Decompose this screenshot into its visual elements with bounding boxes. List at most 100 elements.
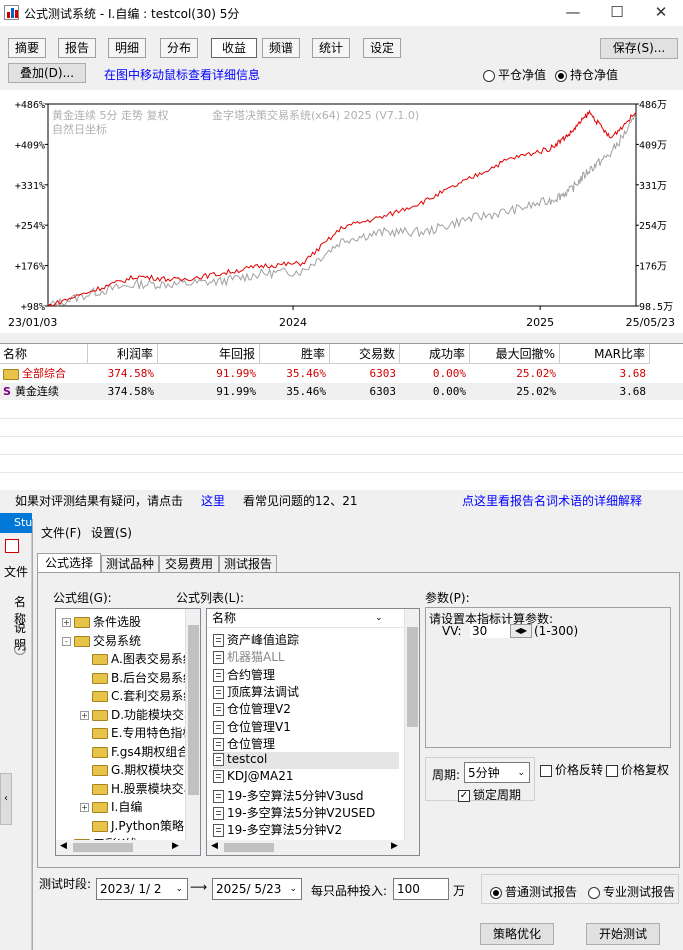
tree-node[interactable]: E.专用特色指标 bbox=[80, 724, 194, 742]
menu-settings[interactable]: 设置(S) bbox=[91, 524, 132, 541]
menu-file[interactable]: 文件(F) bbox=[41, 524, 81, 541]
here-link[interactable]: 这里 bbox=[201, 490, 225, 512]
tree-node[interactable]: + I.自编 bbox=[80, 798, 143, 816]
tree-node[interactable]: + D.功能模块交易 bbox=[80, 706, 196, 724]
tab-report[interactable]: 报告 bbox=[58, 38, 96, 58]
tree-node-label: A.图表交易系统 bbox=[111, 652, 195, 666]
col-header[interactable]: 最大回撤% bbox=[470, 344, 560, 364]
tree-node[interactable]: J.Python策略 bbox=[80, 817, 184, 835]
maximize-button[interactable]: ☐ bbox=[595, 0, 639, 26]
formula-list-item[interactable]: 19-多空算法5分钟V2USED bbox=[213, 804, 375, 821]
normal-report-radio[interactable]: 普通测试报告 bbox=[490, 883, 577, 900]
tree-node[interactable]: - 交易系统 bbox=[62, 632, 141, 650]
tree-node[interactable]: F.gs4期权组合 bbox=[80, 743, 189, 761]
tab-statistics[interactable]: 统计 bbox=[312, 38, 350, 58]
y-tick-label: +486% bbox=[15, 100, 45, 111]
formula-list[interactable]: 名称 ⌄ 资产峰值追踪 机器猫ALL 合约管理 顶底算法调试 仓位管理V2 仓位管理V1 仓位… bbox=[206, 608, 420, 856]
tab-test-symbols[interactable]: 测试品种 bbox=[101, 555, 159, 573]
hold-equity-radio[interactable]: 持仓净值 bbox=[555, 66, 618, 83]
formula-list-item[interactable]: 19-多空算法5分钟V2 bbox=[213, 821, 342, 838]
formula-icon bbox=[213, 634, 224, 647]
col-header[interactable]: 交易数 bbox=[330, 344, 400, 364]
tree-node[interactable]: G.期权模块交易 bbox=[80, 761, 196, 779]
col-header[interactable]: 年回报 bbox=[158, 344, 260, 364]
tree-node[interactable]: C.套利交易系统 bbox=[80, 687, 195, 705]
param-value-input[interactable]: 30 bbox=[470, 624, 510, 638]
bg-app-icon bbox=[5, 539, 19, 553]
period-label: 周期: bbox=[432, 768, 461, 782]
equity-chart[interactable]: +486% 486万 +409% 409万 +331% 331万 +254% 254万 +176… bbox=[0, 90, 683, 333]
results-table: 名称 利润率 年回报 胜率 交易数 成功率 最大回撤% MAR比率 全部综合 3… bbox=[0, 343, 683, 510]
folder-icon bbox=[92, 765, 108, 776]
close-button[interactable]: ✕ bbox=[639, 0, 683, 26]
tab-spectrum[interactable]: 频谱 bbox=[262, 38, 300, 58]
price-reverse-checkbox[interactable]: 价格反转 bbox=[540, 761, 603, 778]
tree-node[interactable]: + 条件选股 bbox=[62, 613, 141, 631]
col-header[interactable]: 胜率 bbox=[260, 344, 330, 364]
table-row[interactable]: S 黄金连续 374.58% 91.99% 35.46% 6303 0.00% 2… bbox=[0, 383, 683, 400]
tree-node[interactable]: H.股票模块交易 bbox=[80, 780, 196, 798]
table-row[interactable]: 全部综合 374.58% 91.99% 35.46% 6303 0.00% 25… bbox=[0, 365, 683, 382]
formula-icon bbox=[213, 720, 224, 734]
formula-icon bbox=[213, 668, 224, 682]
group-label: 公式组(G): bbox=[53, 591, 112, 605]
scroll-left-icon[interactable]: ‹ bbox=[0, 773, 12, 825]
minimize-button[interactable]: — bbox=[551, 0, 595, 26]
formula-list-item[interactable]: 顶底算法调试 bbox=[213, 683, 299, 700]
tab-returns[interactable]: 收益 bbox=[211, 38, 257, 58]
glossary-link[interactable]: 点这里看报告名词术语的详细解释 bbox=[462, 490, 642, 512]
invest-input[interactable]: 100 bbox=[393, 878, 449, 900]
formula-list-item[interactable]: KDJ@MA21 bbox=[213, 769, 293, 786]
formula-list-item[interactable]: 仓位管理 bbox=[213, 735, 275, 752]
tree-scrollbar[interactable] bbox=[185, 609, 200, 841]
list-hscrollbar[interactable]: ◀ ▶ bbox=[207, 840, 419, 855]
col-header[interactable]: 利润率 bbox=[88, 344, 158, 364]
tree-node-label: I.自编 bbox=[111, 800, 143, 814]
list-header[interactable]: 名称 ⌄ bbox=[207, 609, 405, 628]
formula-list-item[interactable]: testcol bbox=[213, 752, 399, 770]
period-select[interactable]: 5分钟 ⌄ bbox=[464, 762, 530, 783]
optimize-button[interactable]: 策略优化 bbox=[480, 923, 554, 945]
start-test-button[interactable]: 开始测试 bbox=[586, 923, 660, 945]
save-button[interactable]: 保存(S)... bbox=[600, 38, 678, 59]
tree-node-label: E.专用特色指标 bbox=[111, 726, 195, 740]
tree-node-label: F.gs4期权组合 bbox=[111, 744, 190, 759]
plot-frame bbox=[47, 103, 637, 307]
folder-icon bbox=[92, 802, 108, 813]
tree-hscrollbar[interactable]: ◀ ▶ bbox=[56, 840, 200, 855]
formula-list-item[interactable]: 仓位管理V1 bbox=[213, 718, 291, 735]
equity-chart-svg: +486% 486万 +409% 409万 +331% 331万 +254% 254万 +176… bbox=[8, 100, 675, 329]
col-header[interactable]: 名称 bbox=[0, 344, 88, 364]
tree-node[interactable]: A.图表交易系统 bbox=[80, 650, 195, 668]
formula-list-item[interactable]: 机器猫ALL bbox=[213, 648, 285, 665]
param-spinner[interactable]: ◀▶ bbox=[510, 624, 532, 638]
overlay-button[interactable]: 叠加(D)... bbox=[8, 63, 86, 83]
tab-formula-select[interactable]: 公式选择 bbox=[37, 553, 101, 573]
invest-unit: 万 bbox=[453, 884, 466, 898]
price-adjust-checkbox[interactable]: 价格复权 bbox=[606, 761, 669, 778]
formula-list-item[interactable]: 合约管理 bbox=[213, 666, 275, 683]
tab-summary[interactable]: 摘要 bbox=[8, 38, 46, 58]
start-date-picker[interactable]: 2023/ 1/ 2 ⌄ bbox=[96, 878, 188, 900]
expander-icon: + bbox=[62, 618, 71, 627]
tree-node[interactable]: B.后台交易系统 bbox=[80, 669, 195, 687]
close-equity-radio[interactable]: 平仓净值 bbox=[483, 66, 546, 83]
formula-icon bbox=[213, 703, 224, 717]
formula-list-item[interactable]: 资产峰值追踪 bbox=[213, 631, 299, 648]
col-header[interactable]: 成功率 bbox=[400, 344, 470, 364]
tree-node-label: C.套利交易系统 bbox=[111, 689, 196, 703]
formula-list-item[interactable]: 19-多空算法5分钟V3usd bbox=[213, 787, 364, 804]
tab-detail[interactable]: 明细 bbox=[108, 38, 146, 58]
tab-settings[interactable]: 设定 bbox=[363, 38, 401, 58]
tab-test-report[interactable]: 测试报告 bbox=[219, 555, 277, 573]
end-date-picker[interactable]: 2025/ 5/23 ⌄ bbox=[212, 878, 302, 900]
lock-period-checkbox[interactable]: ✓ 锁定周期 bbox=[458, 786, 521, 803]
tab-distribution[interactable]: 分布 bbox=[160, 38, 198, 58]
col-header[interactable]: MAR比率 bbox=[560, 344, 650, 364]
pro-report-radio[interactable]: 专业测试报告 bbox=[588, 883, 675, 900]
period-group: 周期: 5分钟 ⌄ ✓ 锁定周期 bbox=[425, 757, 535, 803]
formula-list-item[interactable]: 仓位管理V2 bbox=[213, 700, 291, 717]
formula-group-tree[interactable]: + 条件选股 - 交易系统 A.图表交易系统 B.后台交易系统 C.套利交易系统 + D.功能模… bbox=[55, 608, 201, 856]
tab-trade-fees[interactable]: 交易费用 bbox=[159, 555, 219, 573]
list-scrollbar[interactable] bbox=[404, 609, 419, 841]
